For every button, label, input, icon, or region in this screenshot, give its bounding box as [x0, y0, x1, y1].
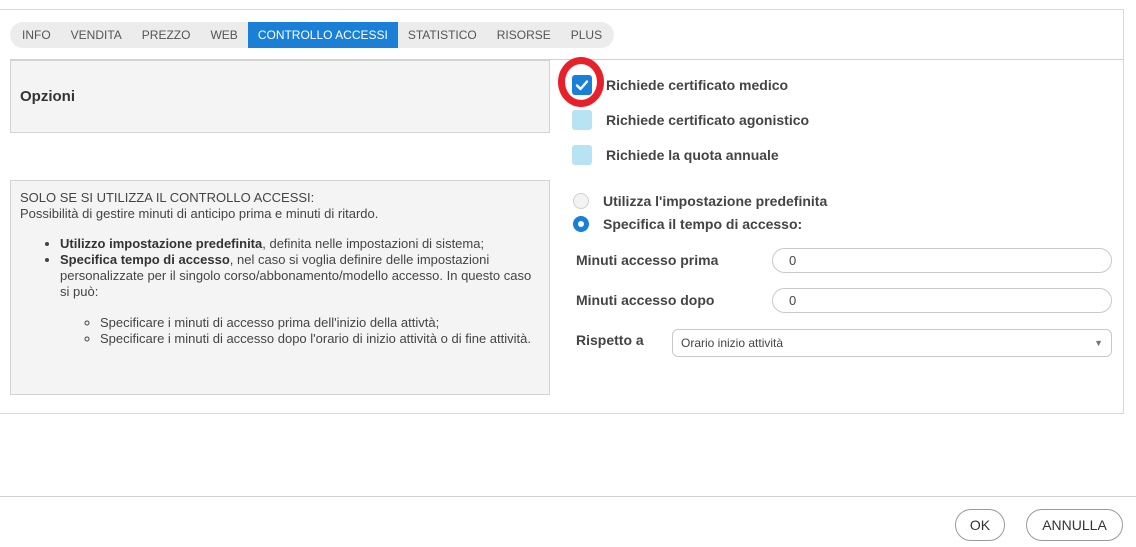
specify-time-option[interactable]: Specifica il tempo di accesso:: [573, 215, 802, 233]
respect-to-label: Rispetto a: [576, 332, 644, 348]
tab-controllo-accessi[interactable]: CONTROLLO ACCESSI: [247, 22, 398, 48]
default-setting-option[interactable]: Utilizza l'impostazione predefinita: [573, 192, 827, 210]
medical-certificate-row[interactable]: Richiede certificato medico: [572, 74, 788, 96]
tab-info[interactable]: INFO: [12, 22, 61, 48]
options-title: Opzioni: [20, 88, 75, 105]
ok-button[interactable]: OK: [955, 509, 1005, 541]
default-setting-radio[interactable]: [573, 193, 589, 209]
tab-web[interactable]: WEB: [200, 22, 247, 48]
specify-time-radio[interactable]: [573, 216, 589, 232]
cancel-button[interactable]: ANNULLA: [1026, 509, 1123, 541]
checkmark-icon: [575, 80, 589, 91]
tab-statistico[interactable]: STATISTICO: [398, 22, 487, 48]
minutes-before-label: Minuti accesso prima: [576, 252, 719, 268]
tab-vendita[interactable]: VENDITA: [61, 22, 132, 48]
annual-fee-checkbox[interactable]: [572, 145, 592, 165]
help-sublist: Specificare i minuti di accesso prima de…: [100, 315, 540, 347]
footer-divider: [0, 496, 1136, 497]
help-subitem-before: Specificare i minuti di accesso prima de…: [100, 315, 540, 331]
default-setting-label: Utilizza l'impostazione predefinita: [603, 193, 828, 209]
help-item-default: Utilizzo impostazione predefinita, defin…: [60, 236, 540, 252]
competitive-certificate-checkbox[interactable]: [572, 110, 592, 130]
help-heading: SOLO SE SI UTILIZZA IL CONTROLLO ACCESSI…: [20, 190, 315, 205]
annual-fee-label: Richiede la quota annuale: [606, 147, 779, 163]
tab-prezzo[interactable]: PREZZO: [132, 22, 201, 48]
tab-bar: INFO VENDITA PREZZO WEB CONTROLLO ACCESS…: [10, 22, 615, 48]
minutes-before-input[interactable]: 0: [772, 248, 1112, 273]
respect-to-select[interactable]: Orario inizio attività ▼: [672, 329, 1112, 357]
dropdown-arrow-icon: ▼: [1094, 338, 1103, 348]
respect-to-value: Orario inizio attività: [681, 336, 784, 350]
tab-plus[interactable]: PLUS: [561, 22, 612, 48]
help-subitem-after: Specificare i minuti di accesso dopo l'o…: [100, 331, 540, 347]
annual-fee-row[interactable]: Richiede la quota annuale: [572, 144, 779, 166]
specify-time-label: Specifica il tempo di accesso:: [603, 216, 803, 232]
medical-certificate-checkbox[interactable]: [572, 75, 592, 95]
medical-certificate-label: Richiede certificato medico: [606, 77, 789, 93]
help-box: SOLO SE SI UTILIZZA IL CONTROLLO ACCESSI…: [10, 180, 550, 395]
help-description: Possibilità di gestire minuti di anticip…: [20, 206, 379, 221]
options-box: Opzioni: [10, 60, 550, 133]
help-item-custom: Specifica tempo di accesso, nel caso si …: [60, 252, 540, 347]
help-list: Utilizzo impostazione predefinita, defin…: [60, 236, 540, 347]
competitive-certificate-label: Richiede certificato agonistico: [606, 112, 810, 128]
tab-risorse[interactable]: RISORSE: [487, 22, 561, 48]
minutes-after-input[interactable]: 0: [772, 288, 1112, 313]
competitive-certificate-row[interactable]: Richiede certificato agonistico: [572, 109, 809, 131]
minutes-after-label: Minuti accesso dopo: [576, 292, 715, 308]
